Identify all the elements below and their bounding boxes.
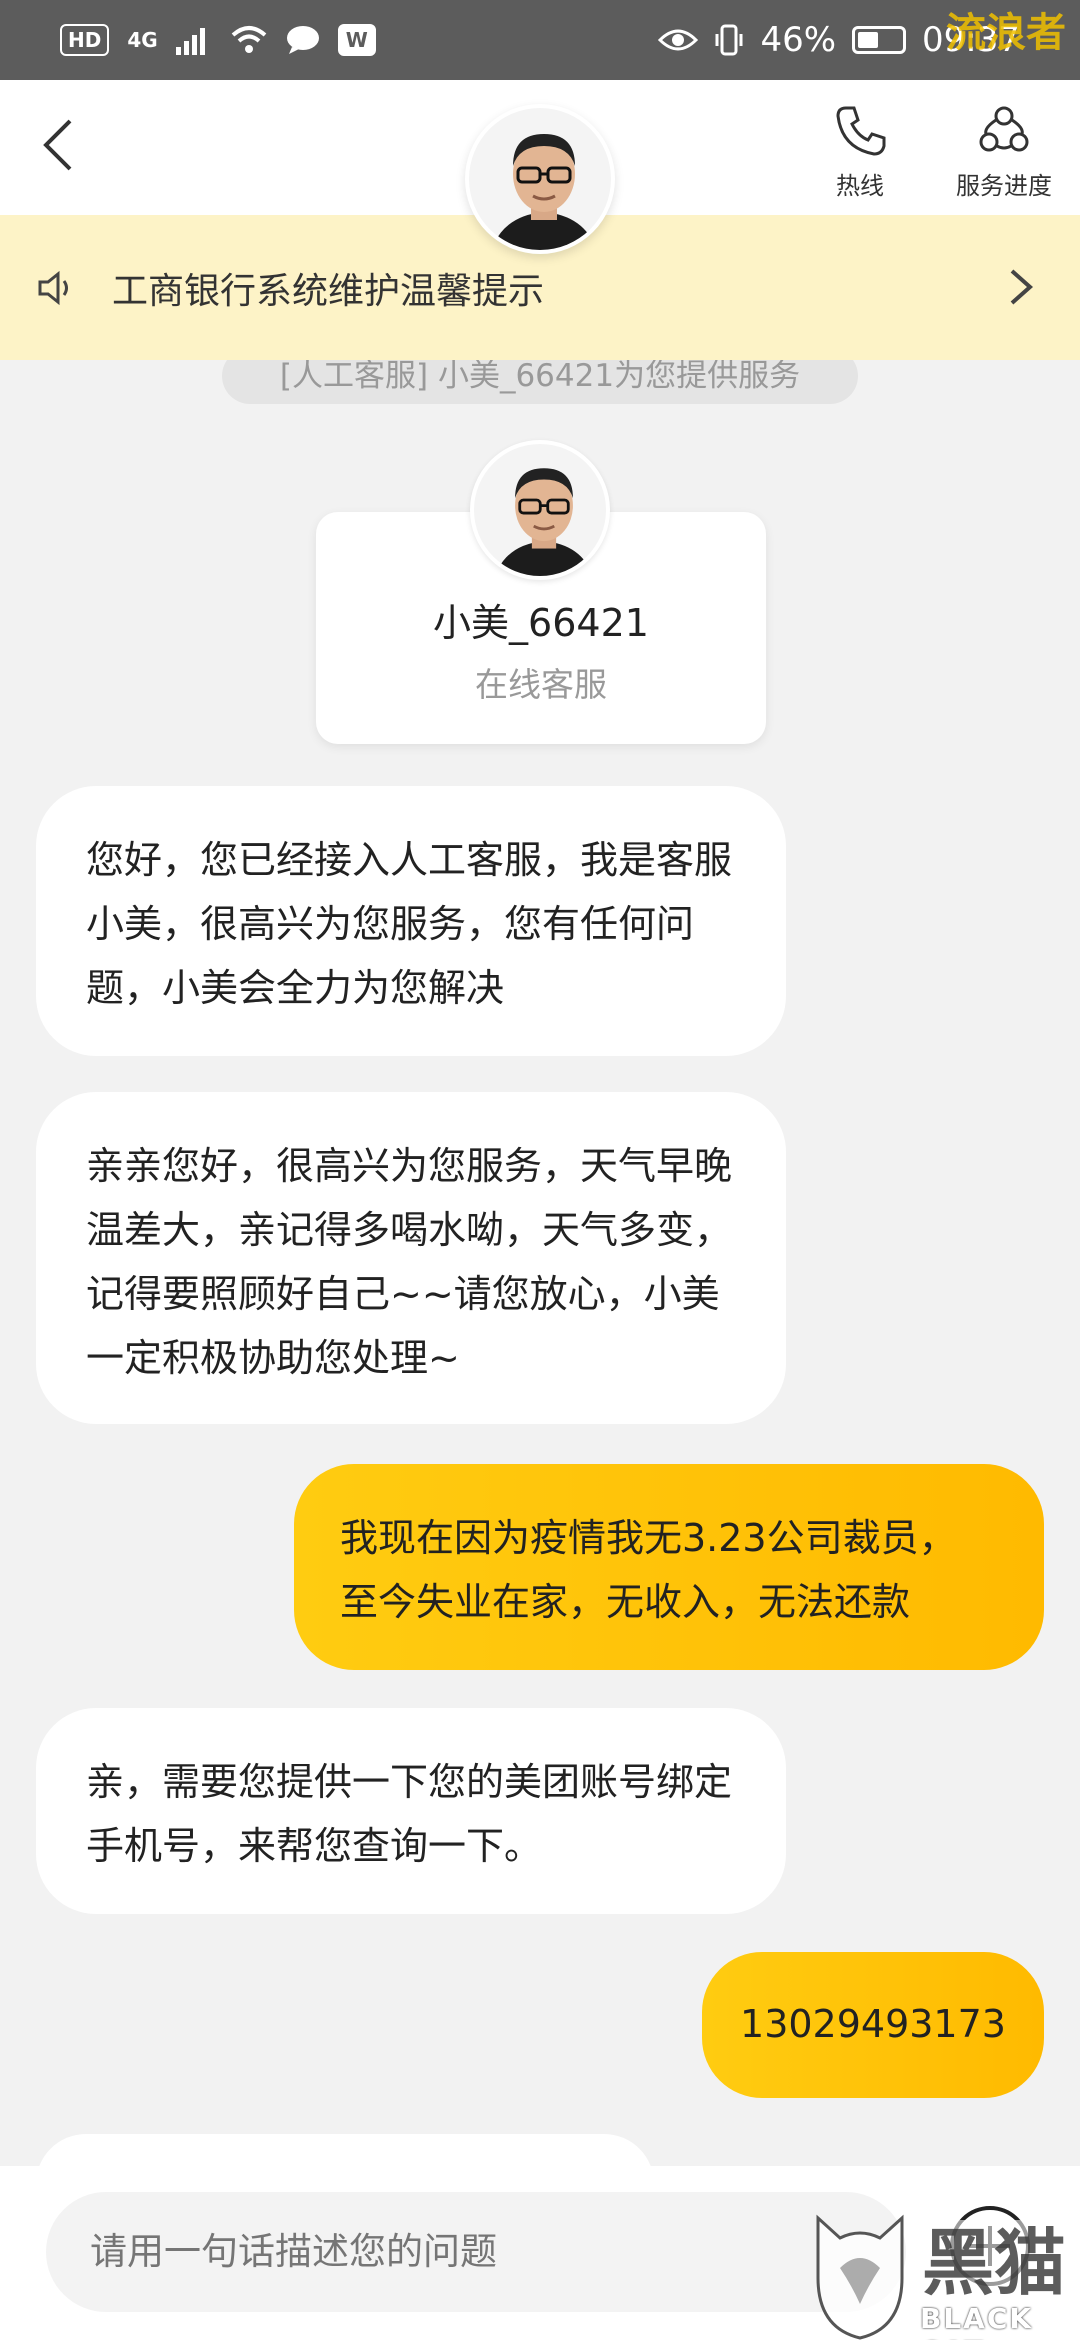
service-progress-label: 服务进度 <box>956 172 1052 200</box>
chat-icon <box>286 26 319 54</box>
battery-icon <box>852 26 907 54</box>
app-badge: W <box>337 24 376 56</box>
signal-icon <box>175 28 205 55</box>
watermark-text: 流浪者 <box>946 10 1066 56</box>
message-input[interactable] <box>46 2192 906 2312</box>
speaker-icon <box>38 270 68 305</box>
chevron-right-icon <box>1010 269 1034 305</box>
hd-badge: HD <box>60 24 110 56</box>
input-bar <box>0 2166 1080 2340</box>
back-button[interactable] <box>38 115 88 185</box>
watermark-brand-text: BLACK CAT <box>920 2302 1034 2340</box>
status-left: HD 4G W <box>60 24 376 56</box>
battery-percent: 46% <box>760 20 837 60</box>
hotline-label: 热线 <box>836 172 884 200</box>
vibrate-icon <box>715 24 743 56</box>
phone-icon <box>836 106 886 156</box>
status-bar: HD 4G W 46% 09:37 <box>0 0 1080 80</box>
service-progress-button[interactable]: 服务进度 <box>956 102 1052 201</box>
agent-avatar-header <box>465 104 615 254</box>
agent-role: 在线客服 <box>475 665 607 704</box>
more-options-button[interactable] <box>950 2206 1030 2286</box>
notice-text: 工商银行系统维护温馨提示 <box>112 270 545 312</box>
wifi-icon <box>231 26 267 53</box>
agent-avatar <box>470 440 610 580</box>
chevron-left-icon <box>43 119 72 171</box>
message-bubble-agent: 亲，需要您提供一下您的美团账号绑定手机号，来帮您查询一下。 <box>36 1708 786 1914</box>
hotline-button[interactable]: 热线 <box>832 102 888 201</box>
message-bubble-user: 我现在因为疫情我无3.23公司裁员，至今失业在家，无收入，无法还款 <box>294 1464 1044 1670</box>
progress-icon <box>979 106 1029 152</box>
message-bubble-agent: 您好，您已经接入人工客服，我是客服小美，很高兴为您服务，您有任何问题，小美会全力… <box>36 786 786 1056</box>
message-bubble-agent: 亲亲您好，很高兴为您服务，天气早晚温差大，亲记得多喝水呦，天气多变，记得要照顾好… <box>36 1092 786 1424</box>
eye-icon <box>658 29 699 51</box>
agent-name: 小美_66421 <box>433 601 649 645</box>
network-label: 4G <box>127 28 158 52</box>
message-bubble-user: 13029493173 <box>702 1952 1044 2098</box>
